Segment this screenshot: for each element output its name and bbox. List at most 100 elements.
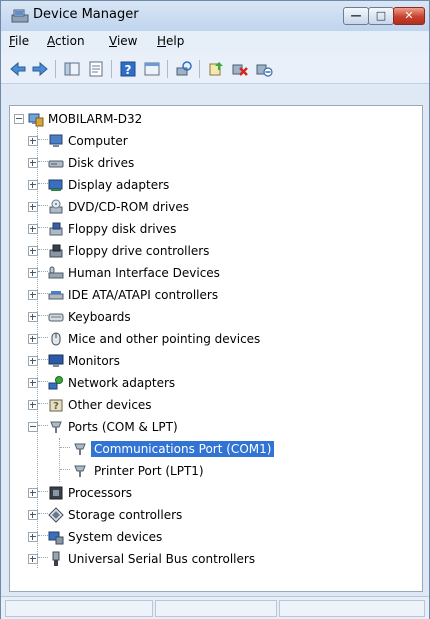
menu-help-label: elp bbox=[166, 34, 185, 48]
tree-dot bbox=[38, 381, 48, 383]
help-icon[interactable]: ? bbox=[119, 60, 137, 78]
title-bar[interactable]: Device Manager — □ ✕ bbox=[1, 1, 429, 31]
tree-item-network-adapters[interactable]: Network adapters bbox=[10, 374, 410, 392]
dvd-drive-icon bbox=[49, 199, 63, 214]
computer-network-icon bbox=[28, 113, 44, 127]
tree-item-other-devices[interactable]: ? Other devices bbox=[10, 396, 410, 414]
tree-item-com1[interactable]: Communications Port (COM1) bbox=[10, 440, 410, 458]
close-icon: ✕ bbox=[404, 9, 414, 22]
expand-icon[interactable] bbox=[28, 334, 38, 344]
uninstall-icon[interactable] bbox=[231, 60, 249, 78]
tree-item-lpt1[interactable]: Printer Port (LPT1) bbox=[10, 462, 410, 480]
expand-icon[interactable] bbox=[28, 488, 38, 498]
expand-icon[interactable] bbox=[28, 532, 38, 542]
expand-icon[interactable] bbox=[28, 158, 38, 168]
expand-icon[interactable] bbox=[28, 312, 38, 322]
tree-item-storage-controllers[interactable]: Storage controllers bbox=[10, 506, 410, 524]
forward-arrow-icon[interactable] bbox=[31, 60, 49, 78]
system-devices-icon bbox=[48, 531, 64, 545]
tree-item-label: Disk drives bbox=[68, 156, 135, 170]
window-title: Device Manager bbox=[33, 7, 139, 22]
tree-item-keyboards[interactable]: Keyboards bbox=[10, 308, 410, 326]
update-driver-icon[interactable] bbox=[207, 60, 225, 78]
monitor-icon bbox=[48, 354, 64, 367]
menu-help[interactable]: Help bbox=[157, 34, 184, 48]
scan-hardware-icon[interactable] bbox=[175, 60, 193, 78]
tree-item-dvd-cdrom-drives[interactable]: DVD/CD-ROM drives bbox=[10, 198, 410, 216]
expand-icon[interactable] bbox=[28, 554, 38, 564]
processor-icon bbox=[49, 486, 63, 500]
expand-icon[interactable] bbox=[28, 202, 38, 212]
tree-root-label: MOBILARM-D32 bbox=[48, 112, 143, 126]
tree-dot bbox=[38, 183, 48, 185]
tree-dot bbox=[38, 557, 48, 559]
maximize-button[interactable]: □ bbox=[368, 7, 394, 25]
ide-controller-icon bbox=[48, 291, 64, 300]
expand-icon[interactable] bbox=[28, 356, 38, 366]
network-adapter-icon bbox=[48, 376, 63, 390]
properties-icon[interactable] bbox=[87, 60, 105, 78]
tree-dot bbox=[38, 139, 48, 141]
expand-icon[interactable] bbox=[28, 268, 38, 278]
tree-item-label: Keyboards bbox=[68, 310, 131, 324]
tree-dot bbox=[38, 535, 48, 537]
tree-item-human-interface-devices[interactable]: Human Interface Devices bbox=[10, 264, 410, 282]
collapse-icon[interactable] bbox=[14, 114, 24, 124]
display-adapter-icon bbox=[48, 179, 63, 191]
keyboard-icon bbox=[48, 313, 64, 322]
view-icon[interactable] bbox=[143, 60, 161, 78]
close-button[interactable]: ✕ bbox=[393, 7, 425, 25]
expand-icon[interactable] bbox=[28, 136, 38, 146]
tree-item-usb-controllers[interactable]: Universal Serial Bus controllers bbox=[10, 550, 410, 568]
other-devices-icon: ? bbox=[49, 399, 63, 412]
show-hide-console-tree-icon[interactable] bbox=[63, 60, 81, 78]
menu-view-label: iew bbox=[116, 34, 138, 48]
mouse-icon bbox=[51, 332, 61, 346]
device-tree[interactable]: MOBILARM-D32 Computer Disk drives Displa… bbox=[9, 105, 423, 592]
menu-view-accelerator: V bbox=[109, 34, 117, 48]
collapse-icon[interactable] bbox=[28, 422, 38, 432]
minimize-button[interactable]: — bbox=[343, 7, 369, 25]
svg-text:?: ? bbox=[125, 63, 132, 77]
expand-icon[interactable] bbox=[28, 510, 38, 520]
expand-icon[interactable] bbox=[28, 224, 38, 234]
toolbar-separator bbox=[199, 60, 200, 78]
tree-item-processors[interactable]: Processors bbox=[10, 484, 410, 502]
selected-tree-item-label: Communications Port (COM1) bbox=[89, 440, 276, 458]
expand-icon[interactable] bbox=[28, 246, 38, 256]
toolbar: ? bbox=[1, 53, 429, 84]
expand-icon[interactable] bbox=[28, 290, 38, 300]
tree-item-mice[interactable]: Mice and other pointing devices bbox=[10, 330, 410, 348]
tree-item-computer[interactable]: Computer bbox=[10, 132, 410, 150]
status-pane bbox=[5, 600, 153, 617]
tree-dot bbox=[38, 337, 48, 339]
tree-item-display-adapters[interactable]: Display adapters bbox=[10, 176, 410, 194]
tree-item-ports[interactable]: Ports (COM & LPT) bbox=[10, 418, 410, 436]
disable-device-icon[interactable] bbox=[255, 60, 273, 78]
floppy-disk-icon bbox=[49, 222, 63, 236]
expand-icon[interactable] bbox=[28, 378, 38, 388]
menu-action-label: ction bbox=[55, 34, 85, 48]
tree-item-floppy-drive-controllers[interactable]: Floppy drive controllers bbox=[10, 242, 410, 260]
menu-action[interactable]: Action bbox=[47, 34, 85, 48]
tree-item-floppy-disk-drives[interactable]: Floppy disk drives bbox=[10, 220, 410, 238]
tree-item-system-devices[interactable]: System devices bbox=[10, 528, 410, 546]
menu-file-label: ile bbox=[15, 34, 30, 48]
menu-action-accelerator: A bbox=[47, 34, 55, 48]
tree-root[interactable]: MOBILARM-D32 bbox=[10, 110, 410, 128]
menu-file[interactable]: File bbox=[9, 34, 29, 48]
toolbar-separator bbox=[167, 60, 168, 78]
expand-icon[interactable] bbox=[28, 400, 38, 410]
toolbar-separator bbox=[55, 60, 56, 78]
menu-view[interactable]: View bbox=[109, 34, 137, 48]
maximize-icon: □ bbox=[375, 9, 387, 22]
tree-item-ide-controllers[interactable]: IDE ATA/ATAPI controllers bbox=[10, 286, 410, 304]
tree-item-label: Storage controllers bbox=[68, 508, 183, 522]
expand-icon[interactable] bbox=[28, 180, 38, 190]
tree-item-disk-drives[interactable]: Disk drives bbox=[10, 154, 410, 172]
status-pane bbox=[279, 600, 425, 617]
back-arrow-icon[interactable] bbox=[9, 60, 27, 78]
communications-port-icon bbox=[74, 443, 86, 455]
disk-drive-icon bbox=[48, 160, 64, 168]
tree-item-monitors[interactable]: Monitors bbox=[10, 352, 410, 370]
